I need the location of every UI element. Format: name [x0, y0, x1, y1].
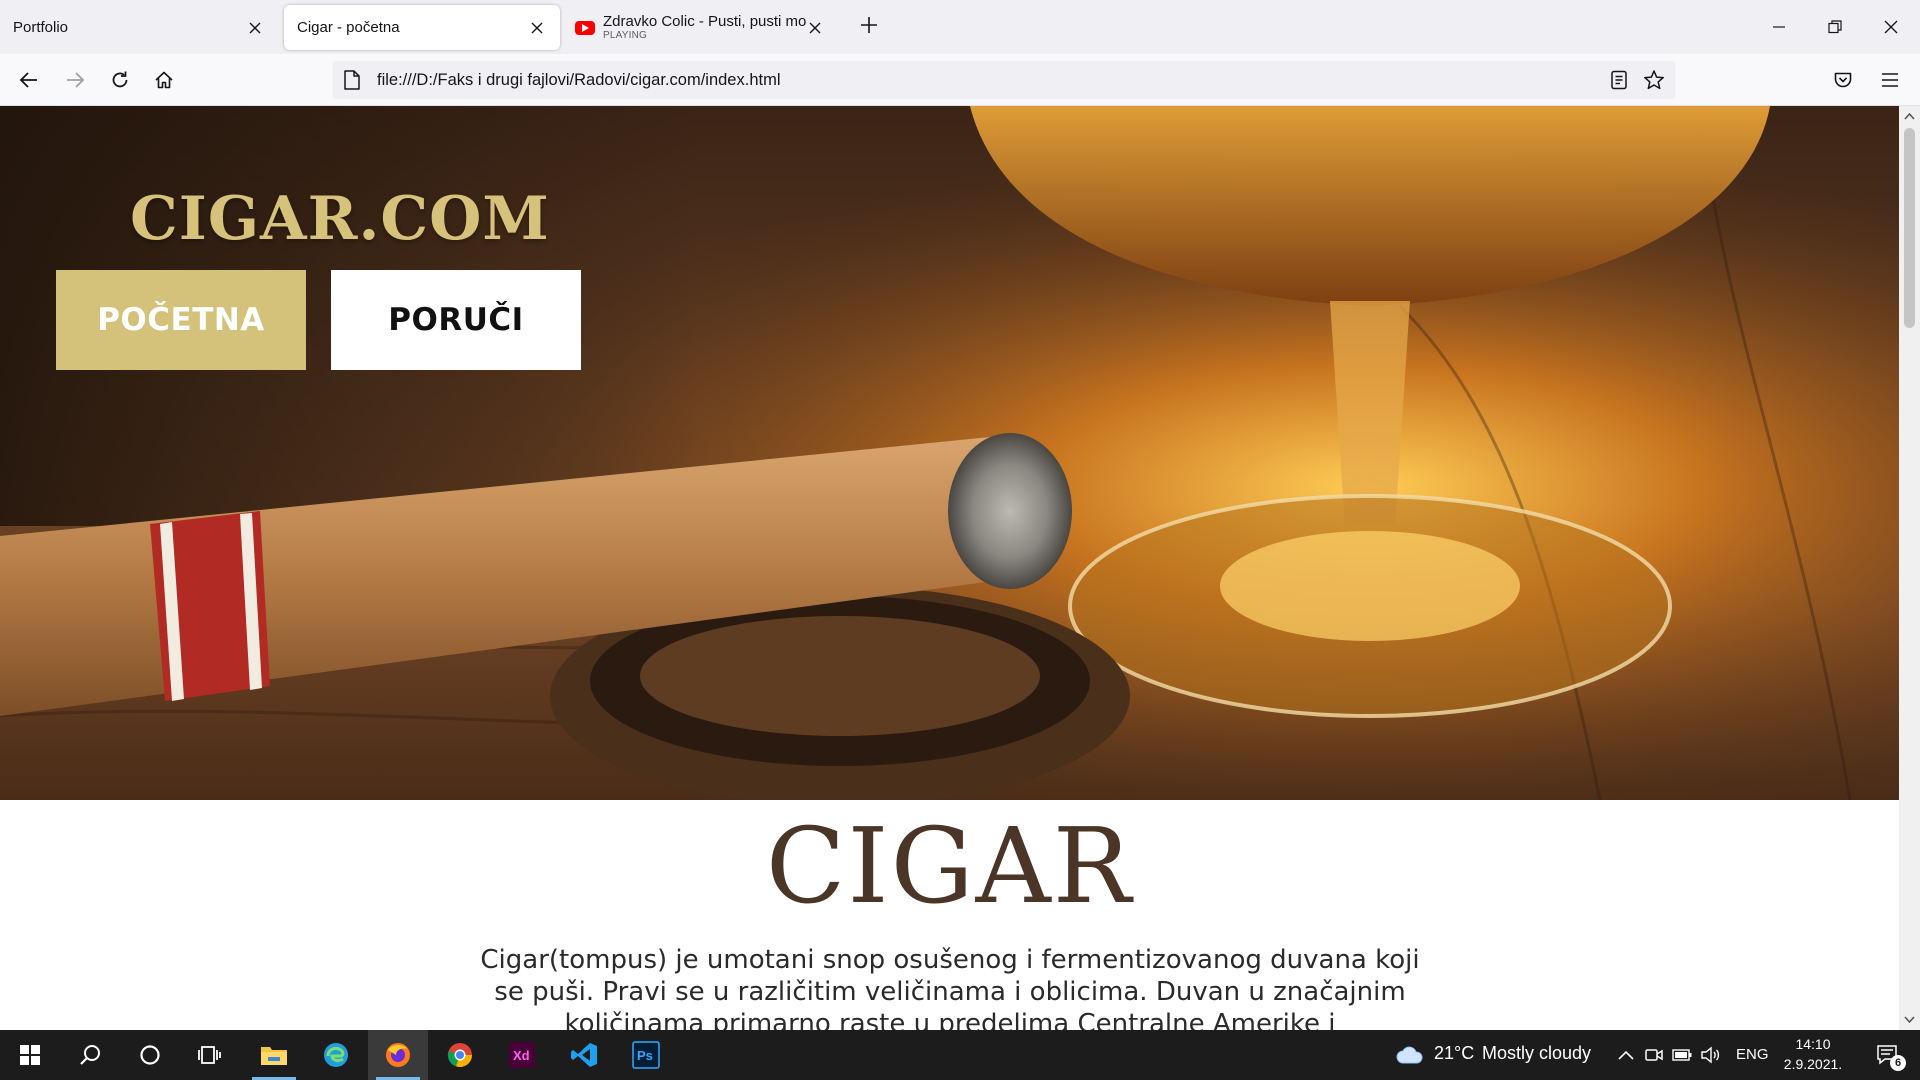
- arrow-right-icon: [67, 72, 85, 88]
- show-hidden-icons-button[interactable]: [1612, 1030, 1640, 1080]
- tab-cigar-pocetna[interactable]: Cigar - početna: [284, 5, 560, 50]
- taskbar-adobe-xd[interactable]: Xd: [492, 1030, 552, 1080]
- chevron-up-icon: [1618, 1050, 1634, 1060]
- task-view-button[interactable]: [180, 1030, 240, 1080]
- cortana-icon: [140, 1045, 160, 1065]
- search-button[interactable]: [60, 1030, 120, 1080]
- cortana-button[interactable]: [120, 1030, 180, 1080]
- svg-text:Ps: Ps: [637, 1048, 653, 1063]
- reader-view-icon[interactable]: [1608, 69, 1630, 91]
- youtube-icon: [575, 20, 595, 35]
- bookmark-star-icon[interactable]: [1643, 69, 1665, 91]
- volume-button[interactable]: [1696, 1030, 1724, 1080]
- menu-button[interactable]: [1875, 65, 1905, 95]
- tab-title: Portfolio: [13, 19, 69, 36]
- page-heading: CIGAR: [765, 805, 1134, 927]
- vscode-icon: [571, 1043, 597, 1067]
- firefox-icon: [386, 1043, 410, 1067]
- taskbar-chrome[interactable]: [430, 1030, 490, 1080]
- close-icon: [1884, 20, 1898, 34]
- close-window-button[interactable]: [1874, 10, 1908, 44]
- minimize-button[interactable]: [1762, 10, 1796, 44]
- close-tab-icon[interactable]: [528, 19, 546, 37]
- cloud-icon: [1396, 1046, 1423, 1064]
- taskbar-edge[interactable]: [306, 1030, 366, 1080]
- address-bar[interactable]: file:///D:/Faks i drugi fajlovi/Radovi/c…: [333, 61, 1675, 99]
- adobe-xd-icon: Xd: [509, 1042, 535, 1068]
- back-button[interactable]: [14, 65, 44, 95]
- chrome-icon: [447, 1043, 472, 1067]
- weather-temperature[interactable]: 21°C: [1434, 1043, 1474, 1064]
- search-icon: [80, 1045, 100, 1065]
- start-button[interactable]: [0, 1030, 60, 1080]
- camera-icon: [1645, 1049, 1663, 1061]
- nav-home-button[interactable]: POČETNA: [56, 270, 306, 370]
- tab-playing-label: PLAYING: [603, 30, 648, 41]
- nav-order-button[interactable]: PORUČI: [331, 270, 581, 370]
- close-tab-icon[interactable]: [246, 19, 264, 37]
- new-tab-button[interactable]: [858, 14, 880, 36]
- clock-date: 2.9.2021.: [1783, 1056, 1843, 1072]
- home-icon: [155, 71, 173, 89]
- clock-time: 14:10: [1795, 1036, 1831, 1052]
- close-tab-icon[interactable]: [806, 19, 824, 37]
- intro-paragraph: Cigar(tompus) je umotani snop osušenog i…: [480, 945, 1420, 1030]
- plus-icon: [861, 17, 877, 33]
- action-center-button[interactable]: 6: [1866, 1030, 1910, 1080]
- tab-title: Zdravko Colic - Pusti, pusti modu: [603, 13, 806, 30]
- battery-button[interactable]: [1668, 1030, 1696, 1080]
- page-scrollbar[interactable]: [1899, 106, 1920, 1030]
- reload-button[interactable]: [105, 65, 135, 95]
- windows-logo-icon: [20, 1045, 40, 1065]
- page-icon: [343, 70, 361, 90]
- taskbar-photoshop[interactable]: Ps: [616, 1030, 676, 1080]
- notification-count-badge: 6: [1890, 1055, 1906, 1071]
- photoshop-icon: Ps: [632, 1041, 660, 1069]
- pocket-button[interactable]: [1828, 65, 1858, 95]
- restore-button[interactable]: [1818, 10, 1852, 44]
- forward-button[interactable]: [60, 65, 90, 95]
- reload-icon: [112, 71, 128, 88]
- battery-icon: [1672, 1049, 1692, 1061]
- weather-condition[interactable]: Mostly cloudy: [1482, 1043, 1591, 1064]
- url-text[interactable]: file:///D:/Faks i drugi fajlovi/Radovi/c…: [377, 61, 781, 99]
- windows-taskbar: Xd Ps 21°C Mostly cloudy ENG 14:10 2.9.2…: [0, 1030, 1920, 1080]
- file-explorer-icon: [261, 1047, 287, 1065]
- hamburger-menu-icon: [1882, 73, 1898, 87]
- taskbar-clock[interactable]: 14:10 2.9.2021.: [1768, 1034, 1858, 1074]
- edge-icon: [324, 1043, 348, 1067]
- taskbar-file-explorer[interactable]: [244, 1030, 304, 1080]
- hero-banner: CIGAR.COM POČETNA PORUČI: [0, 106, 1899, 800]
- browser-tab-strip: Portfolio Cigar - početna Zdravko Colic …: [0, 0, 1920, 54]
- page-viewport: CIGAR.COM POČETNA PORUČI CIGAR Cigar(tom…: [0, 106, 1899, 1030]
- arrow-left-icon: [19, 72, 37, 88]
- pocket-icon: [1834, 72, 1852, 88]
- tab-title: Cigar - početna: [297, 19, 400, 36]
- scroll-down-icon: [1904, 1016, 1915, 1024]
- svg-text:Xd: Xd: [513, 1048, 530, 1063]
- tab-youtube[interactable]: Zdravko Colic - Pusti, pusti modu PLAYIN…: [563, 5, 838, 50]
- taskbar-vscode[interactable]: [554, 1030, 614, 1080]
- scroll-up-icon: [1904, 112, 1915, 120]
- navigation-toolbar: file:///D:/Faks i drugi fajlovi/Radovi/c…: [0, 54, 1920, 106]
- scrollbar-thumb[interactable]: [1904, 128, 1915, 328]
- speaker-icon: [1701, 1046, 1720, 1064]
- minimize-icon: [1773, 26, 1785, 28]
- tab-portfolio[interactable]: Portfolio: [0, 5, 278, 50]
- restore-icon: [1828, 20, 1842, 34]
- home-button[interactable]: [149, 65, 179, 95]
- weather-button[interactable]: [1393, 1030, 1427, 1080]
- input-language[interactable]: ENG: [1736, 1046, 1769, 1063]
- meet-now-button[interactable]: [1640, 1030, 1668, 1080]
- taskbar-firefox[interactable]: [368, 1030, 428, 1080]
- site-logo[interactable]: CIGAR.COM: [130, 184, 550, 254]
- task-view-icon: [198, 1046, 221, 1064]
